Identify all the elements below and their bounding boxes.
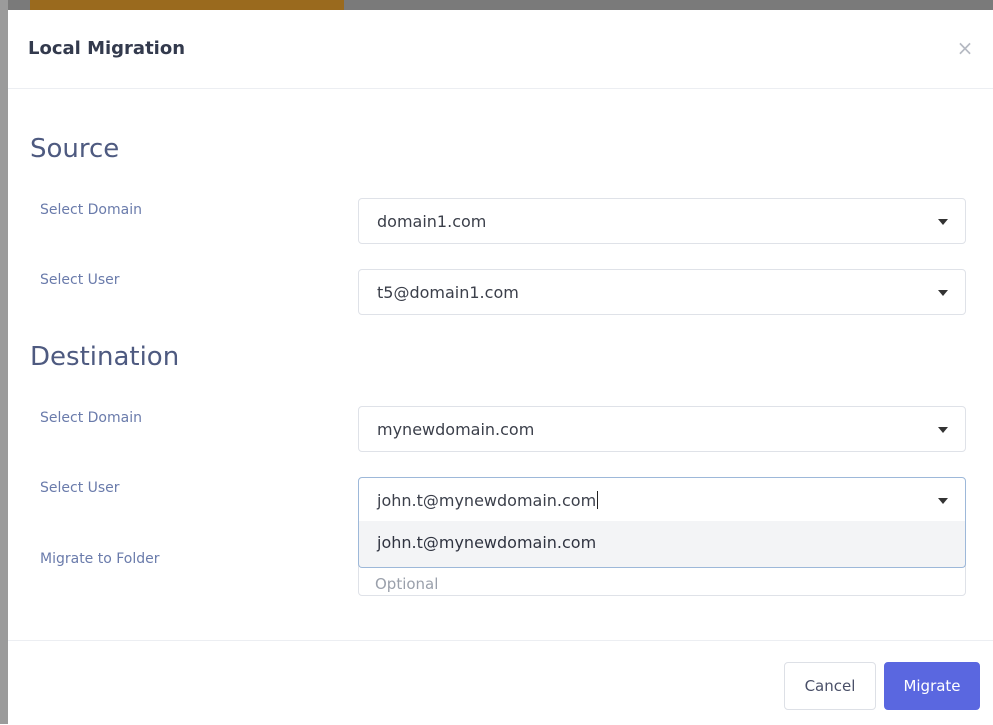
- backdrop-top: [0, 0, 993, 10]
- modal-footer: Cancel Migrate: [8, 640, 993, 725]
- source-user-value: t5@domain1.com: [377, 283, 519, 302]
- chevron-down-icon: [938, 219, 948, 225]
- destination-user-value: john.t@mynewdomain.com: [377, 491, 597, 510]
- chevron-down-icon: [938, 290, 948, 296]
- chevron-down-icon: [938, 427, 948, 433]
- local-migration-modal: Local Migration × Source Select Domain d…: [8, 10, 993, 724]
- cancel-button[interactable]: Cancel: [784, 662, 876, 710]
- source-domain-value: domain1.com: [377, 212, 487, 231]
- dropdown-option[interactable]: john.t@mynewdomain.com: [377, 533, 596, 552]
- destination-domain-label: Select Domain: [40, 410, 142, 426]
- destination-domain-value: mynewdomain.com: [377, 420, 535, 439]
- destination-heading: Destination: [30, 342, 180, 372]
- destination-domain-select[interactable]: mynewdomain.com: [358, 406, 966, 452]
- destination-user-value-wrap: john.t@mynewdomain.com: [377, 491, 599, 510]
- source-domain-label: Select Domain: [40, 202, 142, 218]
- modal-title: Local Migration: [28, 38, 186, 59]
- migrate-folder-placeholder: Optional: [375, 575, 439, 593]
- destination-user-label: Select User: [40, 480, 120, 496]
- text-cursor: [597, 491, 599, 509]
- migrate-button[interactable]: Migrate: [884, 662, 980, 710]
- source-user-label: Select User: [40, 272, 120, 288]
- migrate-folder-label: Migrate to Folder: [40, 551, 160, 567]
- backdrop-accent-bar: [30, 0, 344, 10]
- modal-header: Local Migration ×: [8, 10, 993, 89]
- source-heading: Source: [30, 134, 120, 164]
- destination-user-dropdown: john.t@mynewdomain.com: [358, 521, 966, 568]
- source-user-select[interactable]: t5@domain1.com: [358, 269, 966, 315]
- close-icon[interactable]: ×: [955, 38, 975, 58]
- source-domain-select[interactable]: domain1.com: [358, 198, 966, 244]
- chevron-down-icon: [938, 498, 948, 504]
- backdrop-left: [0, 0, 8, 724]
- destination-user-select[interactable]: john.t@mynewdomain.com: [358, 477, 966, 522]
